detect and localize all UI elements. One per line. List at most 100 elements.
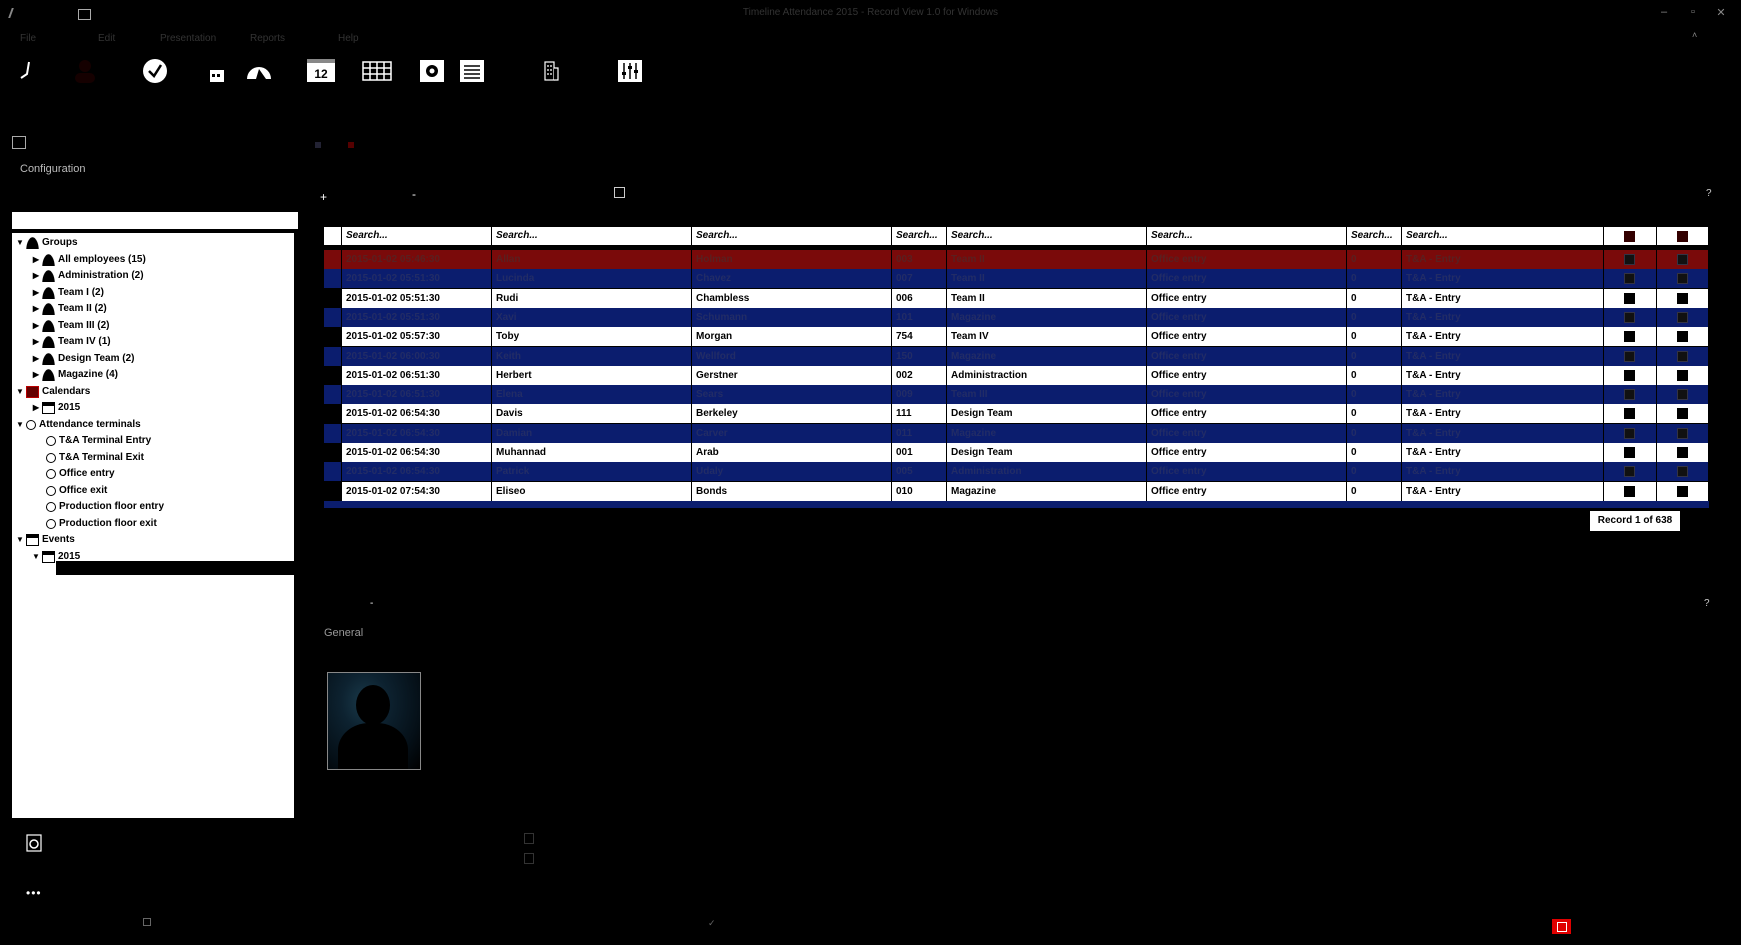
tree-item[interactable]: ▶ Team II (2) — [30, 301, 107, 317]
table-row[interactable]: 2015-01-02 06:51:30 Elena Sears 009 Team III… — [324, 385, 1709, 405]
table-cell[interactable]: 002 — [892, 365, 947, 385]
table-cell[interactable]: Office entry — [1147, 250, 1347, 269]
clock-icon[interactable] — [140, 56, 170, 86]
table-cell[interactable]: 2015-01-02 06:54:30 — [342, 404, 492, 424]
table-row[interactable]: 2015-01-02 06:54:30 Muhannad Arab 001 Design… — [324, 443, 1709, 462]
table-cell[interactable]: Office entry — [1147, 443, 1347, 462]
table-cell[interactable]: Team II — [947, 288, 1147, 308]
table-row[interactable]: 2015-01-02 05:51:30 Rudi Chambless 006 Team … — [324, 288, 1709, 308]
row-checkbox[interactable] — [1677, 427, 1688, 439]
table-cell[interactable]: 011 — [892, 423, 947, 443]
table-cell[interactable]: T&A - Entry — [1402, 423, 1604, 443]
chevron-down-icon[interactable]: ▼ — [14, 417, 26, 433]
table-cell[interactable]: T&A - Entry — [1402, 462, 1604, 482]
table-cell[interactable]: Team IV — [947, 327, 1147, 347]
tree-item[interactable]: ▼ Calendars — [14, 384, 90, 400]
table-cell[interactable]: Office entry — [1147, 288, 1347, 308]
table-cell[interactable]: Magazine — [947, 423, 1147, 443]
dashboard-icon[interactable] — [244, 56, 274, 86]
row-checkbox[interactable] — [1624, 427, 1635, 439]
table-cell[interactable]: Berkeley — [692, 404, 892, 424]
table-checkbox-cell[interactable] — [1657, 327, 1709, 347]
row-checkbox[interactable] — [1677, 485, 1688, 497]
row-checkbox[interactable] — [1624, 447, 1635, 458]
calendar-12-icon[interactable]: 12 — [306, 56, 336, 86]
table-cell[interactable]: Office entry — [1147, 385, 1347, 405]
menu-help[interactable]: Help — [338, 33, 359, 44]
table-row[interactable]: 2015-01-02 05:57:30 Toby Morgan 754 Team IV O… — [324, 327, 1709, 347]
table-cell[interactable]: Lucinda — [492, 269, 692, 289]
table-cell[interactable]: Team II — [947, 250, 1147, 269]
row-checkbox[interactable] — [1677, 350, 1688, 362]
row-selector[interactable] — [324, 307, 342, 327]
table-cell[interactable]: Magazine — [947, 307, 1147, 327]
table-cell[interactable]: 2015-01-02 05:51:30 — [342, 307, 492, 327]
table-cell[interactable]: Schumann — [692, 307, 892, 327]
table-cell[interactable]: 0 — [1347, 462, 1402, 482]
table-checkbox-cell[interactable] — [1657, 385, 1709, 405]
table-cell[interactable]: 009 — [892, 385, 947, 405]
table-cell[interactable]: Magazine — [947, 346, 1147, 366]
table-cell[interactable]: 0 — [1347, 346, 1402, 366]
table-cell[interactable]: T&A - Entry — [1402, 269, 1604, 289]
table-cell[interactable]: 003 — [892, 250, 947, 269]
table-cell[interactable]: 2015-01-02 06:51:30 — [342, 385, 492, 405]
row-checkbox[interactable] — [1624, 331, 1635, 343]
table-cell[interactable]: T&A - Entry — [1402, 404, 1604, 424]
table-checkbox-cell[interactable] — [1604, 481, 1657, 501]
table-checkbox-cell[interactable] — [1657, 365, 1709, 385]
chevron-right-icon[interactable]: ▶ — [30, 351, 42, 367]
table-cell[interactable]: Office entry — [1147, 365, 1347, 385]
tree-item[interactable]: ▶ Administration (2) — [30, 268, 144, 284]
table-cell[interactable]: T&A - Entry — [1402, 288, 1604, 308]
table-cell[interactable]: 2015-01-02 07:54:30 — [342, 481, 492, 501]
table-cell[interactable]: T&A - Entry — [1402, 443, 1604, 462]
detail-collapse-button[interactable]: - — [370, 598, 373, 609]
table-cell[interactable]: T&A - Entry — [1402, 346, 1604, 366]
table-cell[interactable]: Sears — [692, 385, 892, 405]
table-cell[interactable]: Design Team — [947, 404, 1147, 424]
table-checkbox-cell[interactable] — [1657, 443, 1709, 462]
table-cell[interactable]: Office entry — [1147, 307, 1347, 327]
table-cell[interactable]: 2015-01-02 05:51:30 — [342, 269, 492, 289]
tree-item[interactable]: ▶ Magazine (4) — [30, 367, 118, 383]
table-checkbox-cell[interactable] — [1657, 481, 1709, 501]
tree-item[interactable]: ▶ Team III (2) — [30, 318, 110, 334]
row-checkbox[interactable] — [1624, 485, 1635, 497]
detail-checkbox-2[interactable] — [524, 853, 534, 864]
tree-item[interactable]: Production floor exit — [30, 516, 157, 532]
table-cell[interactable]: Xavi — [492, 307, 692, 327]
table-row[interactable]: 2015-01-02 05:51:30 Xavi Schumann 101 Magazi… — [324, 307, 1709, 327]
table-cell[interactable]: 2015-01-02 06:54:30 — [342, 443, 492, 462]
row-checkbox[interactable] — [1624, 389, 1635, 401]
chevron-right-icon[interactable]: ▶ — [30, 301, 42, 317]
navigation-tree[interactable]: ▼ Groups ▶ All employees (15) ▶ Administratio… — [12, 233, 294, 818]
table-cell[interactable]: 0 — [1347, 327, 1402, 347]
table-checkbox-cell[interactable] — [1657, 404, 1709, 424]
row-selector[interactable] — [324, 288, 342, 308]
grid-icon[interactable] — [362, 56, 392, 86]
table-cell[interactable]: T&A - Entry — [1402, 327, 1604, 347]
table-cell[interactable]: 005 — [892, 462, 947, 482]
column-filter-input[interactable]: Search... — [1147, 227, 1347, 245]
table-cell[interactable]: Davis — [492, 404, 692, 424]
table-cell[interactable]: 2015-01-02 05:46:30 — [342, 250, 492, 269]
table-cell[interactable]: Chambless — [692, 288, 892, 308]
table-cell[interactable]: 0 — [1347, 288, 1402, 308]
table-cell[interactable]: T&A - Entry — [1402, 365, 1604, 385]
column-filter-input[interactable]: Search... — [892, 227, 947, 245]
row-checkbox[interactable] — [1677, 292, 1688, 304]
row-selector[interactable] — [324, 423, 342, 443]
table-cell[interactable]: Muhannad — [492, 443, 692, 462]
table-cell[interactable]: T&A - Entry — [1402, 481, 1604, 501]
tree-selected-item[interactable] — [56, 561, 294, 575]
menu-edit[interactable]: Edit — [98, 33, 115, 44]
column-filter-checkbox[interactable] — [1604, 227, 1657, 245]
table-cell[interactable]: 0 — [1347, 481, 1402, 501]
table-cell[interactable]: 007 — [892, 269, 947, 289]
table-cell[interactable]: Office entry — [1147, 346, 1347, 366]
events-icon[interactable] — [347, 142, 354, 148]
table-cell[interactable]: Bonds — [692, 481, 892, 501]
table-cell[interactable]: Office entry — [1147, 404, 1347, 424]
row-checkbox[interactable] — [1677, 408, 1688, 420]
